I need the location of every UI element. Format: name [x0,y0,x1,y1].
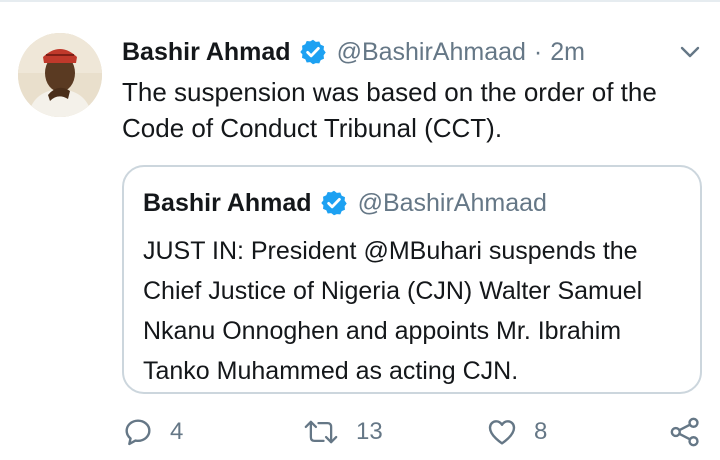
like-count: 8 [534,418,548,445]
timestamp[interactable]: 2m [550,38,585,67]
heart-icon [488,420,516,445]
like-button[interactable]: 8 [486,410,547,454]
quoted-tweet[interactable]: Bashir Ahmad @BashirAhmaad JUST IN: Pres… [122,165,702,394]
tweet-text: The suspension was based on the order of… [122,77,657,143]
retweet-button[interactable]: 13 [302,410,383,454]
separator-dot: · [533,37,543,66]
quoted-author-name: Bashir Ahmad [143,188,312,217]
action-bar: 4 13 8 [0,410,720,454]
author-handle[interactable]: @BashirAhmaad [337,38,526,67]
reply-count: 4 [170,418,184,445]
share-icon [670,417,699,447]
quoted-tweet-text: JUST IN: President @MBuhari suspends the… [143,237,643,385]
quoted-tweet-header: Bashir Ahmad @BashirAhmaad [143,185,547,221]
author-name[interactable]: Bashir Ahmad [122,38,291,67]
verified-badge-icon [299,39,326,65]
chevron-down-icon[interactable] [676,40,704,64]
reply-icon [125,419,151,446]
avatar-image [18,33,102,117]
retweet-icon [304,420,338,444]
tweet-card[interactable]: Bashir Ahmad @BashirAhmaad · 2m The susp… [0,0,720,460]
avatar[interactable] [18,33,102,117]
verified-badge-icon [320,190,347,216]
share-button[interactable] [668,410,702,454]
retweet-count: 13 [356,418,383,445]
quoted-author-handle: @BashirAhmaad [357,188,547,217]
top-divider [0,0,720,2]
tweet-header: Bashir Ahmad @BashirAhmaad · 2m [122,34,585,70]
reply-button[interactable]: 4 [122,410,183,454]
